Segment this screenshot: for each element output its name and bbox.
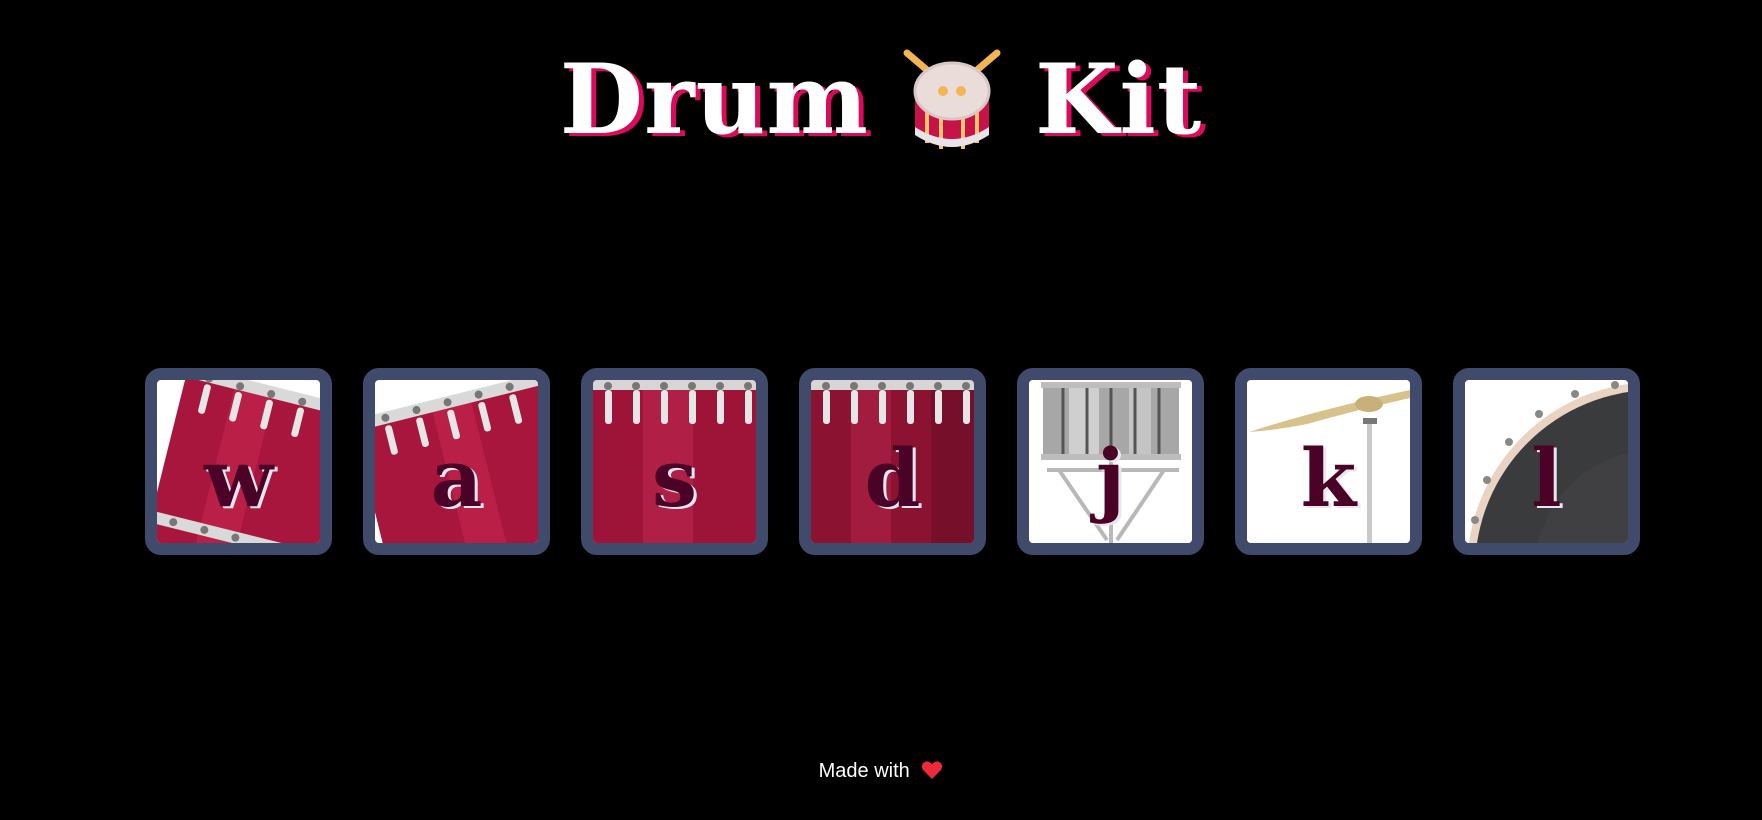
drum-button-w[interactable]: w — [145, 368, 332, 555]
drum-key-label: j — [1096, 431, 1125, 525]
drum-key-label: k — [1300, 431, 1357, 525]
page-title: Drum Kit — [0, 40, 1762, 160]
drum-key-label: l — [1531, 431, 1562, 525]
drum-button-k[interactable]: k — [1235, 368, 1422, 555]
heart-icon — [922, 761, 943, 779]
drum-icon — [903, 49, 1001, 149]
drum-button-d[interactable]: d — [799, 368, 986, 555]
drum-key-label: d — [864, 431, 921, 525]
drum-key-label: w — [204, 431, 273, 525]
drum-button-a[interactable]: a — [363, 368, 550, 555]
title-word-kit: Kit — [1034, 43, 1203, 156]
drum-button-j[interactable]: j — [1017, 368, 1204, 555]
drum-key-label: s — [651, 431, 698, 525]
drum-key-label: a — [430, 431, 483, 525]
drum-button-l[interactable]: l — [1453, 368, 1640, 555]
drum-button-s[interactable]: s — [581, 368, 768, 555]
drum-set: w a s d j k l — [145, 368, 1640, 555]
footer: Made with — [0, 760, 1762, 783]
title-word-drum: Drum — [559, 43, 869, 156]
footer-text: Made with — [818, 760, 910, 782]
